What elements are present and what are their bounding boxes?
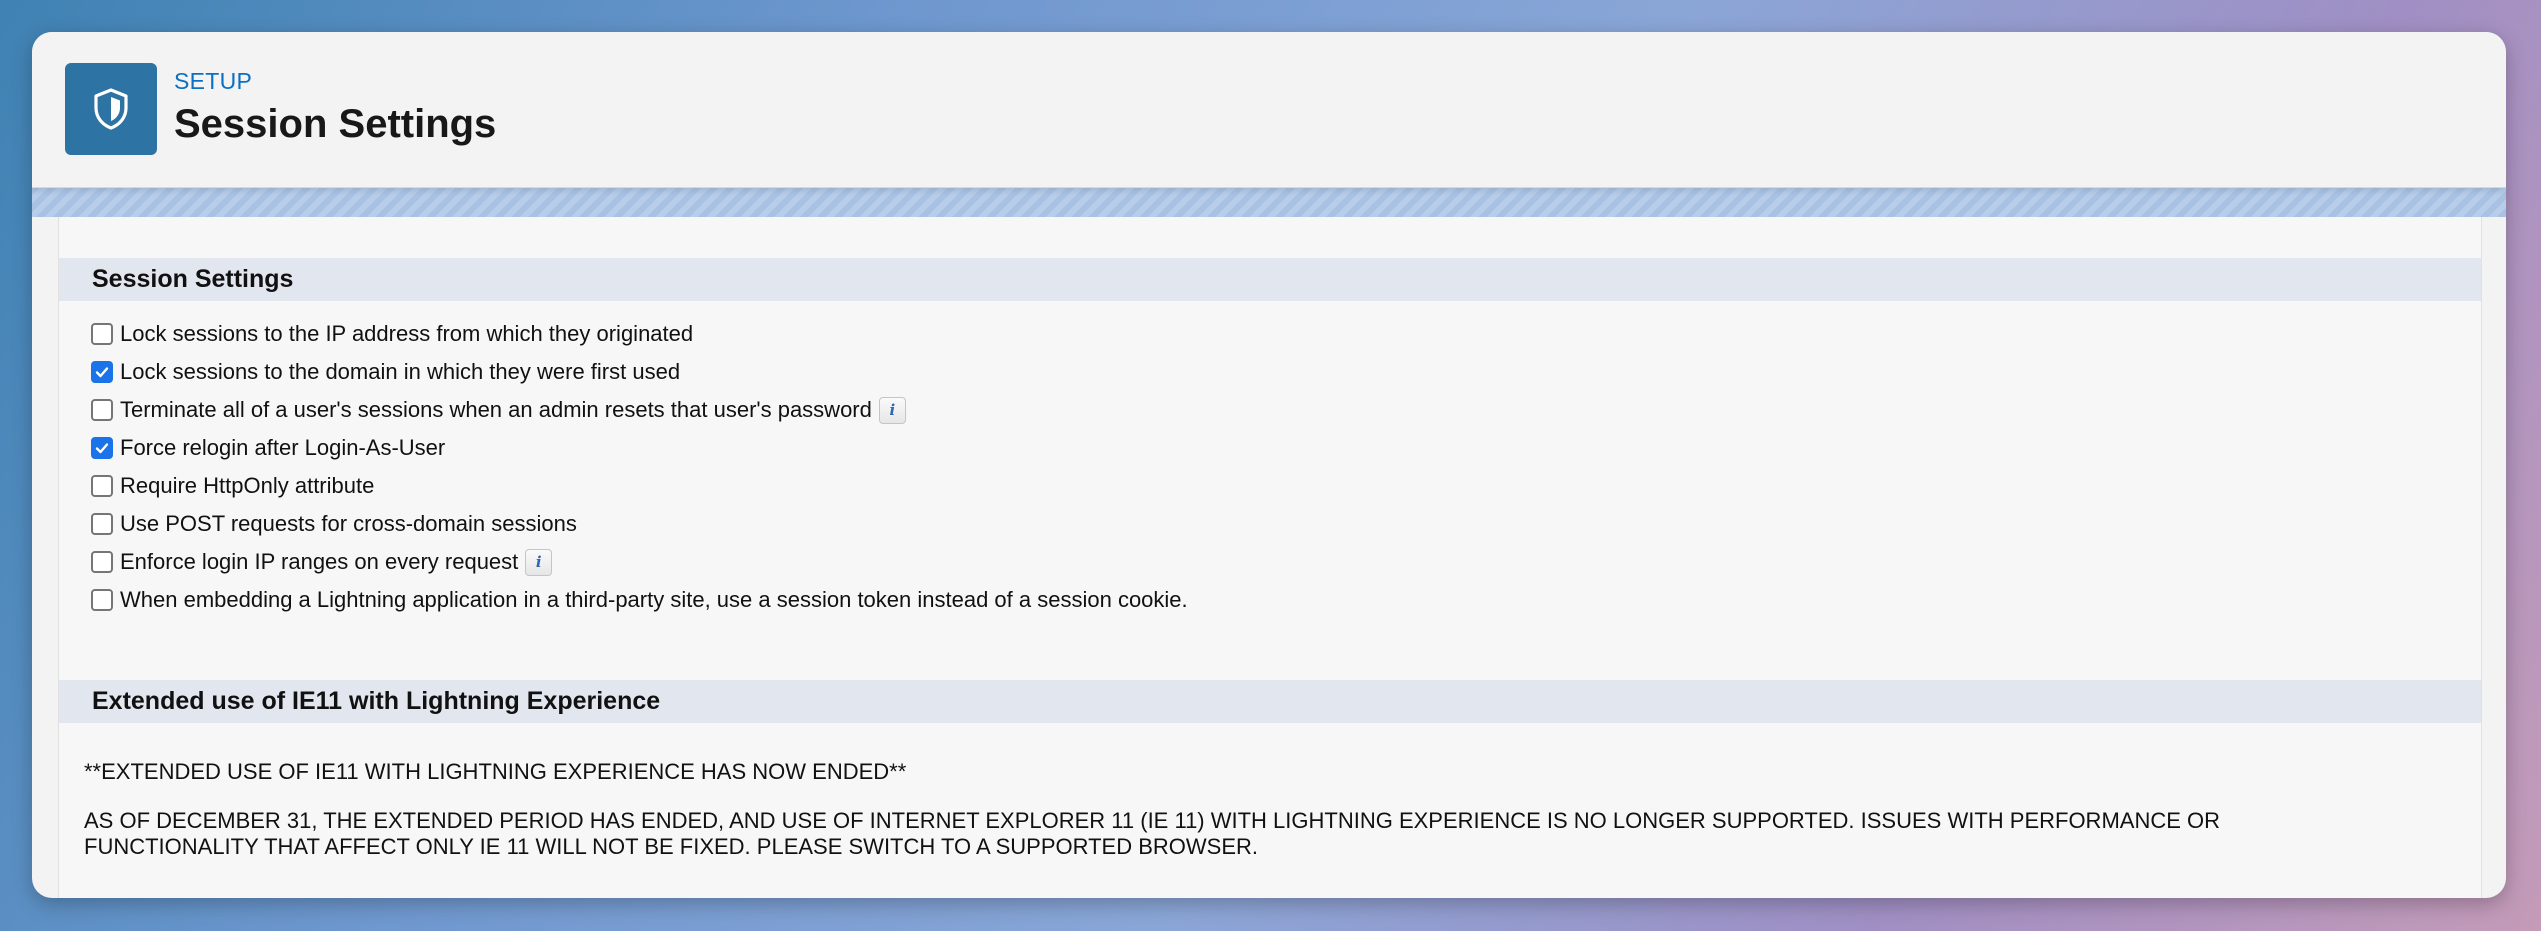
option-label: Terminate all of a user's sessions when … — [120, 397, 872, 422]
session-settings-section-header: Session Settings — [59, 258, 2481, 301]
checkbox[interactable] — [91, 323, 113, 345]
info-icon[interactable]: i — [878, 396, 906, 424]
option-label: Force relogin after Login-As-User — [120, 435, 446, 460]
shield-icon — [65, 63, 157, 155]
option-lock-domain[interactable]: Lock sessions to the domain in which the… — [91, 358, 680, 386]
checkbox[interactable] — [91, 361, 113, 383]
option-label: Lock sessions to the domain in which the… — [120, 359, 681, 384]
option-httponly[interactable]: Require HttpOnly attribute — [91, 472, 374, 500]
check-icon — [95, 443, 109, 454]
checkbox[interactable] — [91, 399, 113, 421]
ie11-notice: **EXTENDED USE OF IE11 WITH LIGHTNING EX… — [84, 759, 907, 784]
info-icon[interactable]: i — [525, 548, 553, 576]
checkbox[interactable] — [91, 475, 113, 497]
checkbox[interactable] — [91, 551, 113, 573]
option-label: When embedding a Lightning application i… — [120, 587, 1188, 612]
option-post-requests[interactable]: Use POST requests for cross-domain sessi… — [91, 510, 577, 538]
page-header: SETUP Session Settings — [32, 32, 2506, 188]
decorative-banner — [32, 187, 2506, 217]
settings-content[interactable]: Session Settings Lock sessions to the IP… — [58, 214, 2482, 898]
option-label: Use POST requests for cross-domain sessi… — [120, 511, 577, 536]
setup-window: SETUP Session Settings Session Settings … — [32, 32, 2506, 898]
checkbox[interactable] — [91, 513, 113, 535]
option-force-relogin[interactable]: Force relogin after Login-As-User — [91, 434, 445, 462]
ie11-section-header: Extended use of IE11 with Lightning Expe… — [59, 680, 2481, 723]
page-title: Session Settings — [174, 102, 497, 146]
checkbox[interactable] — [91, 589, 113, 611]
option-label: Enforce login IP ranges on every request — [120, 549, 519, 574]
breadcrumb-setup: SETUP — [174, 68, 253, 94]
option-lock-ip[interactable]: Lock sessions to the IP address from whi… — [91, 320, 693, 348]
option-label: Require HttpOnly attribute — [120, 473, 375, 498]
option-terminate-sessions[interactable]: Terminate all of a user's sessions when … — [91, 396, 906, 424]
check-icon — [95, 367, 109, 378]
option-session-token[interactable]: When embedding a Lightning application i… — [91, 586, 1188, 614]
ie11-body-line-1: AS OF DECEMBER 31, THE EXTENDED PERIOD H… — [84, 808, 2221, 833]
section-title: Session Settings — [92, 265, 294, 293]
section-title: Extended use of IE11 with Lightning Expe… — [92, 687, 661, 715]
option-enforce-ip-ranges[interactable]: Enforce login IP ranges on every request… — [91, 548, 553, 576]
option-label: Lock sessions to the IP address from whi… — [120, 321, 694, 346]
ie11-body-line-2: FUNCTIONALITY THAT AFFECT ONLY IE 11 WIL… — [84, 834, 1259, 859]
checkbox[interactable] — [91, 437, 113, 459]
